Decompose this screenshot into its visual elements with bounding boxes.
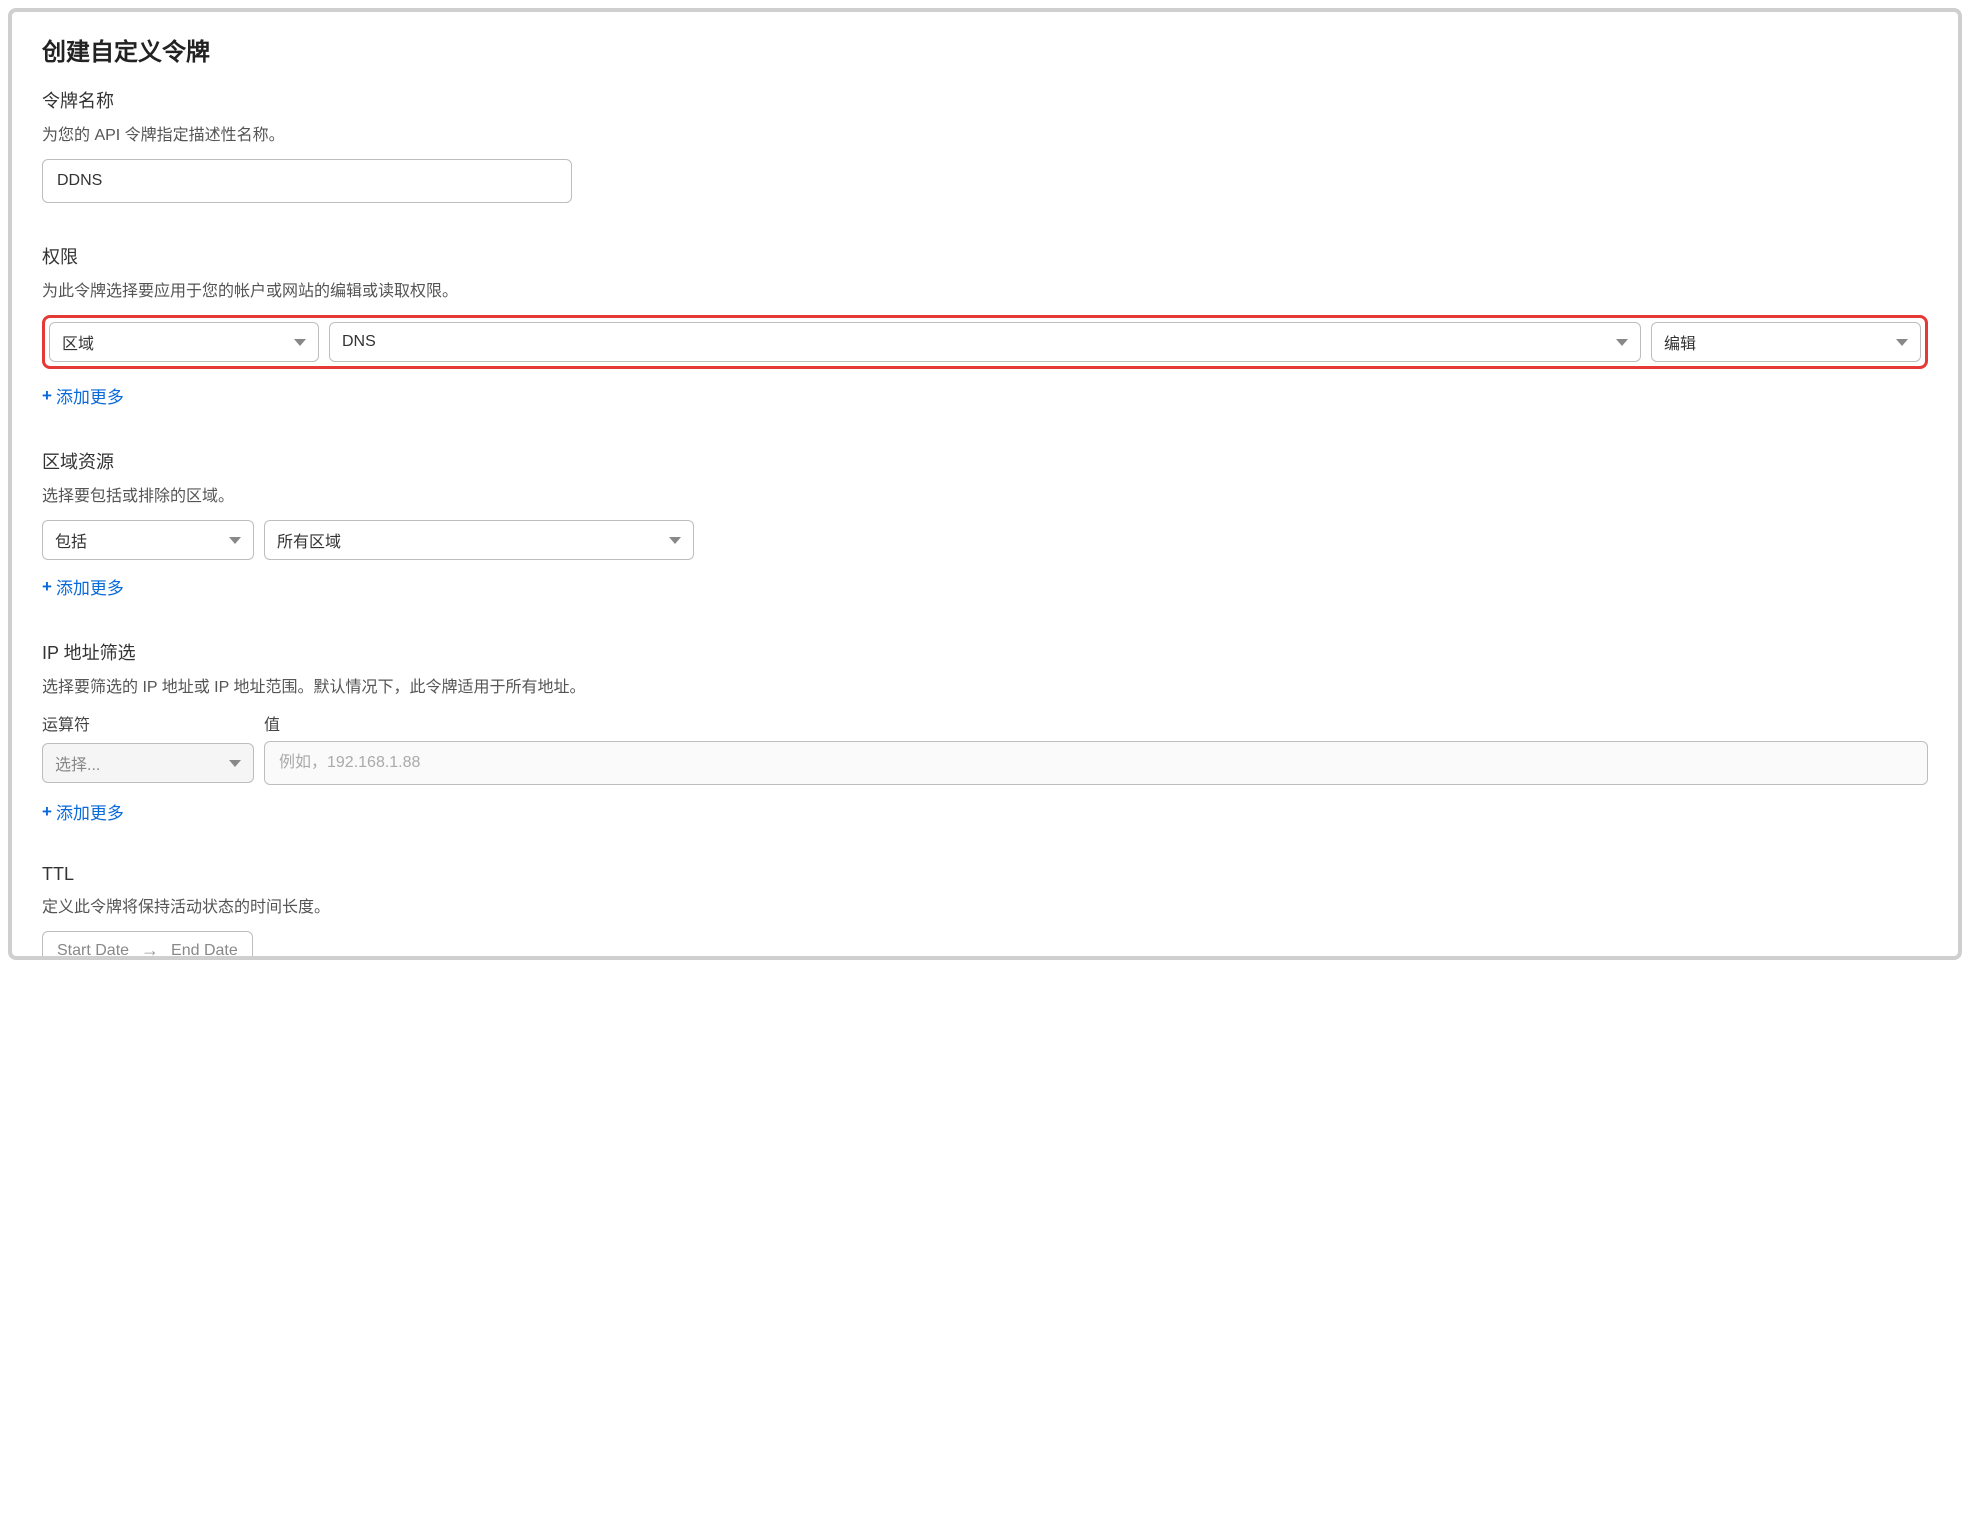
token-name-section: 令牌名称 为您的 API 令牌指定描述性名称。 — [42, 87, 1928, 203]
zone-mode-value: 包括 — [55, 528, 87, 552]
chevron-down-icon — [669, 537, 681, 544]
zone-resources-desc: 选择要包括或排除的区域。 — [42, 482, 1928, 506]
permissions-add-more-label: 添加更多 — [56, 383, 124, 408]
permissions-row-highlight: 区域 DNS 编辑 — [42, 315, 1928, 369]
plus-icon: + — [42, 386, 52, 406]
permissions-section: 权限 为此令牌选择要应用于您的帐户或网站的编辑或读取权限。 区域 DNS 编辑 … — [42, 243, 1928, 408]
zone-value-select[interactable]: 所有区域 — [264, 520, 694, 560]
token-name-label: 令牌名称 — [42, 87, 1928, 113]
permissions-add-more-button[interactable]: + 添加更多 — [42, 383, 124, 408]
ip-filter-label: IP 地址筛选 — [42, 639, 1928, 665]
ttl-section: TTL 定义此令牌将保持活动状态的时间长度。 Start Date → End … — [42, 864, 1928, 960]
ttl-start-date: Start Date — [57, 942, 129, 960]
ttl-end-date: End Date — [171, 942, 238, 960]
permission-level-select[interactable]: 编辑 — [1651, 322, 1921, 362]
zone-resources-section: 区域资源 选择要包括或排除的区域。 包括 所有区域 + 添加更多 — [42, 448, 1928, 599]
permission-resource-select[interactable]: DNS — [329, 322, 1641, 362]
ip-add-more-button[interactable]: + 添加更多 — [42, 799, 124, 824]
plus-icon: + — [42, 802, 52, 822]
token-name-desc: 为您的 API 令牌指定描述性名称。 — [42, 121, 1928, 145]
ip-operator-value: 选择... — [55, 751, 100, 775]
ip-value-input[interactable] — [264, 741, 1928, 785]
arrow-right-icon: → — [141, 940, 159, 960]
permission-level-value: 编辑 — [1664, 330, 1696, 354]
ip-filter-desc: 选择要筛选的 IP 地址或 IP 地址范围。默认情况下，此令牌适用于所有地址。 — [42, 673, 1928, 697]
permission-resource-value: DNS — [342, 333, 376, 351]
plus-icon: + — [42, 577, 52, 597]
permission-scope-value: 区域 — [62, 330, 94, 354]
permissions-label: 权限 — [42, 243, 1928, 269]
chevron-down-icon — [1896, 339, 1908, 346]
zone-add-more-button[interactable]: + 添加更多 — [42, 574, 124, 599]
zone-value-text: 所有区域 — [277, 528, 341, 552]
chevron-down-icon — [294, 339, 306, 346]
ip-operator-label: 运算符 — [42, 711, 254, 735]
ip-value-label: 值 — [264, 711, 1928, 735]
chevron-down-icon — [1616, 339, 1628, 346]
chevron-down-icon — [229, 537, 241, 544]
ip-operator-select[interactable]: 选择... — [42, 743, 254, 783]
token-name-input[interactable] — [42, 159, 572, 203]
zone-add-more-label: 添加更多 — [56, 574, 124, 599]
permissions-desc: 为此令牌选择要应用于您的帐户或网站的编辑或读取权限。 — [42, 277, 1928, 301]
ip-filter-section: IP 地址筛选 选择要筛选的 IP 地址或 IP 地址范围。默认情况下，此令牌适… — [42, 639, 1928, 824]
create-token-form: 创建自定义令牌 令牌名称 为您的 API 令牌指定描述性名称。 权限 为此令牌选… — [8, 8, 1962, 960]
ip-add-more-label: 添加更多 — [56, 799, 124, 824]
chevron-down-icon — [229, 760, 241, 767]
page-title: 创建自定义令牌 — [42, 32, 1928, 67]
zone-mode-select[interactable]: 包括 — [42, 520, 254, 560]
ttl-date-range-picker[interactable]: Start Date → End Date — [42, 931, 253, 960]
ttl-label: TTL — [42, 864, 1928, 885]
permission-scope-select[interactable]: 区域 — [49, 322, 319, 362]
ttl-desc: 定义此令牌将保持活动状态的时间长度。 — [42, 893, 1928, 917]
zone-resources-label: 区域资源 — [42, 448, 1928, 474]
